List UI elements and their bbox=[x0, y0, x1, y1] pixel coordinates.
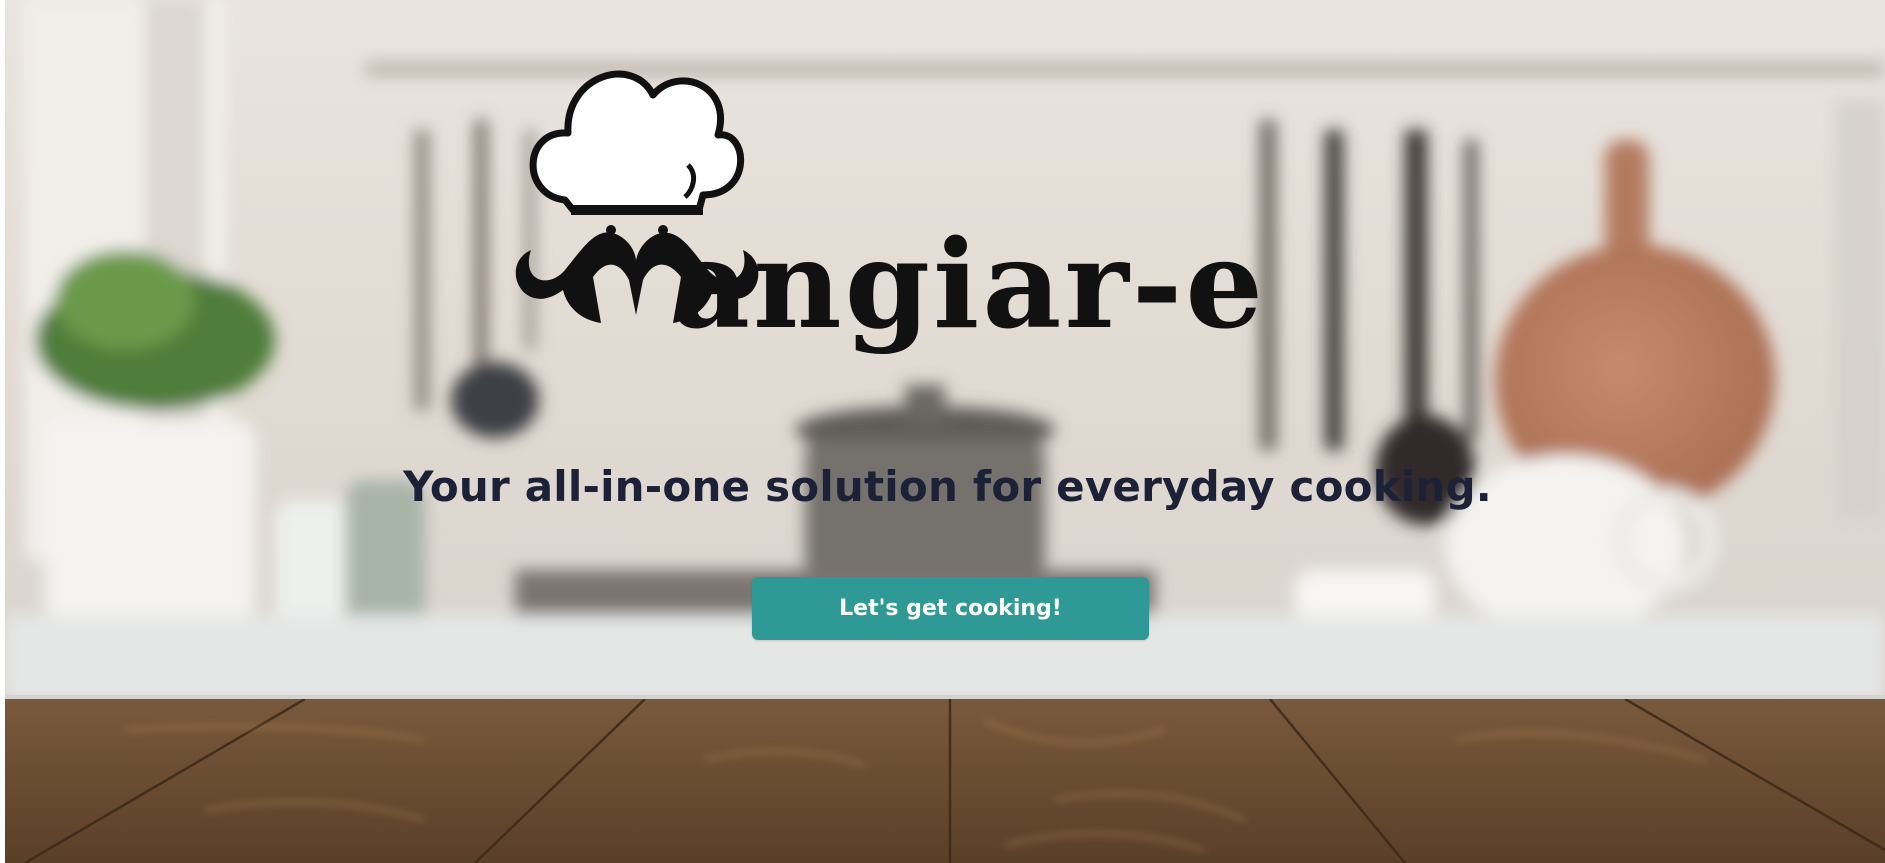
hero-section: angiar-e Your all-in-one solution for ev… bbox=[5, 0, 1885, 863]
brand-logo[interactable]: angiar-e bbox=[503, 45, 1393, 365]
hero-tagline: Your all-in-one solution for everyday co… bbox=[403, 462, 1492, 511]
brand-wordmark: angiar-e bbox=[671, 212, 1266, 356]
get-cooking-button[interactable]: Let's get cooking! bbox=[752, 577, 1149, 640]
